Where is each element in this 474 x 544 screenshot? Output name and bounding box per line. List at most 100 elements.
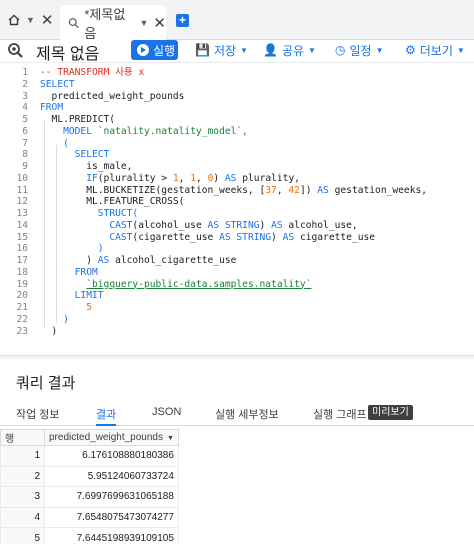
line-number: 2 — [22, 78, 28, 90]
code-token: cigarette_use — [294, 231, 376, 243]
code-line: 15 CAST(cigarette_use AS STRING) AS ciga… — [0, 232, 474, 244]
line-number: 14 — [16, 219, 28, 231]
tab-label: *제목없음 — [84, 6, 126, 41]
line-number: 7 — [22, 137, 28, 149]
code-text: STRUCT( — [40, 208, 138, 220]
more-button[interactable]: ⚙ 더보기 ▼ — [405, 42, 465, 58]
tab-results[interactable]: 결과 — [96, 406, 117, 426]
line-number: 13 — [16, 208, 28, 219]
more-label: 더보기 — [419, 43, 453, 58]
code-token: AS — [317, 184, 329, 196]
row-number: 4 — [0, 506, 45, 529]
code-text: -- TRANSFORM 사용 x — [40, 67, 144, 79]
code-token: (plurality > — [97, 172, 173, 184]
code-token: , — [196, 172, 208, 184]
code-text: ) AS alcohol_cigarette_use — [40, 255, 236, 267]
code-token: `natality.natality_model`, — [92, 125, 248, 137]
gear-icon: ⚙ — [405, 43, 416, 57]
code-line: 14 CAST(alcohol_use AS STRING) AS alcoho… — [0, 220, 474, 232]
code-token: 42 — [288, 184, 300, 196]
close-icon[interactable]: ✕ — [153, 14, 166, 32]
tab-execution-graph[interactable]: 실행 그래프 — [313, 406, 367, 426]
code-token: AS STRING — [219, 231, 272, 243]
code-text: ML.FEATURE_CROSS( — [40, 196, 184, 208]
chevron-down-icon[interactable]: ▼ — [140, 18, 149, 28]
save-button[interactable]: 💾 저장 ▼ — [195, 42, 248, 58]
code-token: `bigquery-public-data.samples.natality` — [86, 278, 312, 290]
tab-job-info[interactable]: 작업 정보 — [16, 406, 60, 426]
code-token: AS STRING — [207, 219, 260, 231]
line-number: 16 — [16, 243, 28, 255]
run-button[interactable]: 실행 — [131, 40, 178, 60]
code-line: 8 SELECT — [0, 149, 474, 161]
code-text: MODEL `natality.natality_model`, — [40, 126, 248, 138]
line-number: 23 — [16, 325, 28, 337]
code-line: 17 ) AS alcohol_cigarette_use — [0, 255, 474, 267]
panel-divider[interactable] — [0, 355, 474, 359]
code-text: ) — [40, 314, 69, 326]
page-title: 제목 없음 — [36, 46, 100, 63]
code-token: ML.PREDICT( — [40, 114, 116, 125]
share-button[interactable]: 👤 공유 ▼ — [263, 42, 316, 58]
code-token: -- TRANSFORM 사용 x — [40, 67, 145, 78]
line-number: 8 — [22, 149, 28, 161]
save-label: 저장 — [213, 43, 237, 58]
line-number: 18 — [16, 266, 28, 278]
code-token: , — [178, 172, 191, 184]
line-number: 5 — [22, 114, 28, 125]
line-number: 1 — [22, 67, 28, 78]
code-line: 9 is_male, — [0, 161, 474, 173]
chevron-down-icon[interactable]: ▼ — [167, 435, 174, 442]
close-icon[interactable]: ✕ — [41, 11, 54, 29]
add-tab-button[interactable]: + — [176, 14, 189, 27]
code-text: ML.BUCKETIZE(gestation_weeks, [37, 42]) … — [40, 185, 427, 197]
schedule-label: 일정 — [349, 43, 372, 58]
code-text: ( — [40, 138, 69, 150]
line-number: 3 — [22, 90, 28, 102]
tab-json[interactable]: JSON — [152, 406, 181, 426]
code-line: 22 ) — [0, 314, 474, 326]
code-token: AS — [224, 172, 237, 184]
home-tab[interactable]: ▼ ✕ — [0, 0, 58, 40]
code-text: FROM — [40, 102, 63, 114]
code-text: LIMIT — [40, 290, 104, 302]
code-line: 10 IF(plurality > 1, 1, 0) AS plurality, — [0, 173, 474, 185]
code-line: 11 ML.BUCKETIZE(gestation_weeks, [37, 42… — [0, 185, 474, 197]
code-text: ) — [40, 326, 58, 338]
code-token: CAST — [109, 231, 133, 243]
tab-query-untitled[interactable]: *제목없음 ▼ ✕ — [60, 5, 166, 41]
code-line: 21 5 — [0, 302, 474, 314]
line-number: 22 — [16, 313, 28, 325]
tab-execution-details[interactable]: 실행 세부정보 — [215, 406, 279, 426]
code-text: predicted_weight_pounds — [40, 91, 185, 103]
column-header-predicted-weight[interactable]: predicted_weight_pounds ▼ — [44, 429, 179, 446]
code-token: AS — [97, 255, 110, 266]
chevron-down-icon[interactable]: ▼ — [26, 15, 35, 25]
code-text: `bigquery-public-data.samples.natality` — [40, 279, 311, 291]
row-number: 3 — [0, 486, 45, 508]
code-token: FROM — [74, 266, 98, 278]
sql-editor[interactable]: 1 -- TRANSFORM 사용 x 2 SELECT 3 predicted_wei… — [0, 62, 474, 352]
code-line: 4 FROM — [0, 102, 474, 114]
code-text: CAST(alcohol_use AS STRING) AS alcohol_u… — [40, 219, 357, 232]
line-number: 20 — [16, 290, 28, 302]
play-icon — [137, 44, 149, 56]
line-number: 15 — [16, 231, 28, 243]
code-token: plurality, — [236, 172, 301, 184]
table-row: 5 7.6445198939109105 — [0, 527, 179, 544]
code-token: ) — [40, 313, 69, 325]
code-token: gestation_weeks, — [328, 184, 428, 196]
code-token: MODEL — [63, 125, 92, 137]
schedule-button[interactable]: ◷ 일정 ▼ — [335, 42, 384, 58]
code-token: (cigarette_use — [132, 231, 220, 243]
chevron-down-icon: ▼ — [308, 45, 316, 55]
code-token: LIMIT — [74, 290, 104, 302]
row-number: 1 — [0, 445, 45, 467]
